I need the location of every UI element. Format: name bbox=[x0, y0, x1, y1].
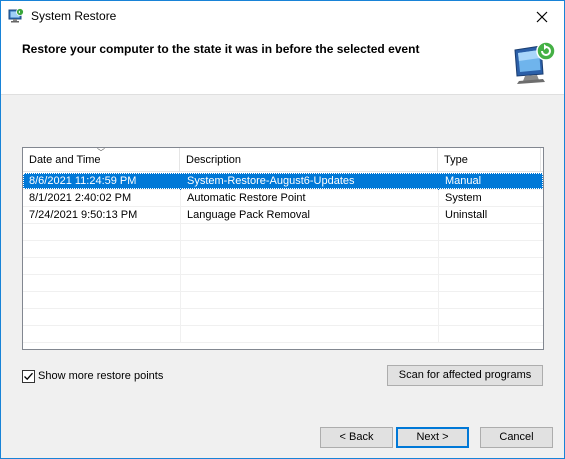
empty-row bbox=[23, 275, 543, 292]
column-header-description[interactable]: Description bbox=[180, 148, 438, 172]
sort-arrow-icon: ﹀ bbox=[97, 148, 105, 157]
empty-row bbox=[23, 241, 543, 258]
row-date: 8/1/2021 2:40:02 PM bbox=[29, 192, 132, 204]
row-type: Uninstall bbox=[438, 207, 543, 224]
window-title: System Restore bbox=[31, 9, 117, 23]
system-restore-window: System Restore Restore your computer to … bbox=[0, 0, 565, 459]
empty-row bbox=[23, 224, 543, 241]
row-description: Automatic Restore Point bbox=[180, 190, 438, 207]
list-rows: 8/6/2021 11:24:59 PM System-Restore-Augu… bbox=[23, 173, 543, 343]
row-description: Language Pack Removal bbox=[180, 207, 438, 224]
monitor-restore-icon bbox=[511, 38, 559, 86]
cancel-button[interactable]: Cancel bbox=[480, 427, 553, 448]
row-type: System bbox=[438, 190, 543, 207]
empty-row bbox=[23, 326, 543, 343]
show-more-checkbox[interactable] bbox=[22, 369, 35, 383]
table-row[interactable]: 8/6/2021 11:24:59 PM System-Restore-Augu… bbox=[23, 173, 543, 190]
empty-row bbox=[23, 309, 543, 326]
row-date: 7/24/2021 9:50:13 PM bbox=[29, 209, 138, 221]
list-header: ﹀ Date and Time Description Type bbox=[23, 148, 543, 172]
column-header-date[interactable]: ﹀ Date and Time bbox=[23, 148, 180, 172]
empty-row bbox=[23, 292, 543, 309]
row-type: Manual bbox=[438, 173, 543, 190]
row-date: 8/6/2021 11:24:59 PM bbox=[29, 175, 137, 187]
system-restore-icon bbox=[8, 8, 24, 24]
close-icon[interactable] bbox=[519, 1, 564, 32]
row-description: System-Restore-August6-Updates bbox=[180, 173, 438, 190]
show-more-option[interactable]: Show more restore points bbox=[22, 368, 163, 384]
title-bar: System Restore bbox=[1, 1, 564, 32]
wizard-header: Restore your computer to the state it wa… bbox=[1, 32, 564, 95]
table-row[interactable]: 7/24/2021 9:50:13 PM Language Pack Remov… bbox=[23, 207, 543, 224]
restore-points-list[interactable]: ﹀ Date and Time Description Type 8/6/202… bbox=[22, 147, 544, 350]
empty-row bbox=[23, 258, 543, 275]
scan-affected-programs-button[interactable]: Scan for affected programs bbox=[387, 365, 543, 386]
table-row[interactable]: 8/1/2021 2:40:02 PM Automatic Restore Po… bbox=[23, 190, 543, 207]
back-button[interactable]: < Back bbox=[320, 427, 393, 448]
next-button[interactable]: Next > bbox=[396, 427, 469, 448]
page-heading: Restore your computer to the state it wa… bbox=[22, 42, 420, 56]
show-more-label[interactable]: Show more restore points bbox=[38, 370, 163, 382]
column-header-type[interactable]: Type bbox=[438, 148, 541, 172]
checkmark-icon bbox=[24, 372, 33, 380]
column-header-date-label: Date and Time bbox=[29, 154, 101, 166]
